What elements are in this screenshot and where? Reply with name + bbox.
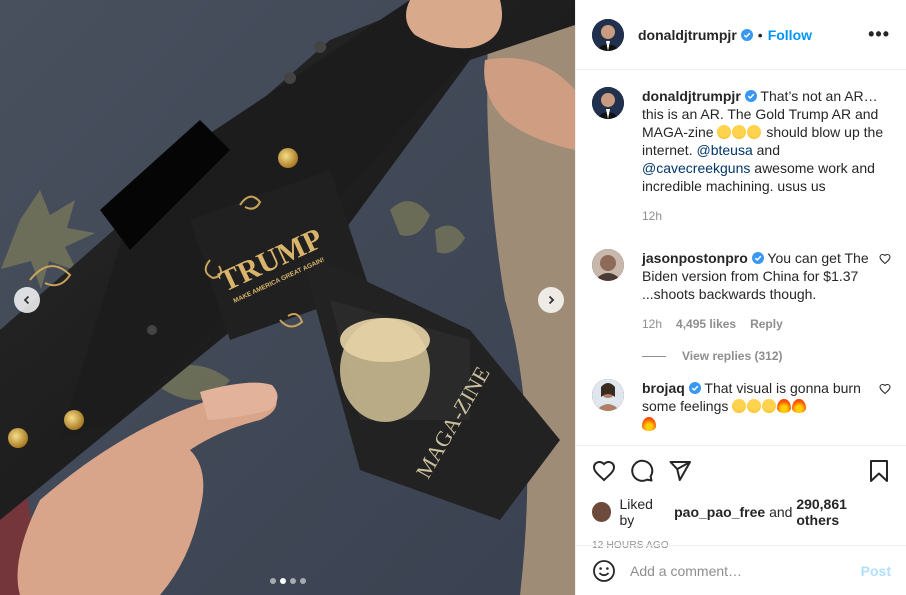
post-header: donaldjtrumpjr • Follow ••• xyxy=(576,0,906,70)
emoji-smiley-icon[interactable] xyxy=(592,559,616,583)
chevron-right-icon xyxy=(548,295,555,305)
more-options-icon[interactable]: ••• xyxy=(868,24,890,45)
comment-body: brojaq That visual is gonna burn some fe… xyxy=(642,379,891,433)
comment-likes[interactable]: 4,495 likes xyxy=(676,315,736,333)
liked-by-avatar[interactable] xyxy=(592,502,612,522)
avatar-image xyxy=(592,379,624,411)
post-comment-button[interactable]: Post xyxy=(861,563,891,579)
mention-link[interactable]: @cavecreekguns xyxy=(642,160,750,176)
author-avatar[interactable] xyxy=(592,18,624,51)
liked-by-user[interactable]: pao_pao_free xyxy=(674,504,765,520)
comment-body: jasonpostonpro You can get The Biden ver… xyxy=(642,249,891,333)
caption-avatar[interactable] xyxy=(592,87,624,119)
previous-slide-button[interactable] xyxy=(14,287,40,313)
comment-item: brojaq That visual is gonna burn some fe… xyxy=(592,379,891,433)
avatar-image xyxy=(592,249,624,281)
save-bookmark-icon[interactable] xyxy=(867,459,891,483)
post-sidebar: donaldjtrumpjr • Follow ••• donaldjtrump… xyxy=(575,0,906,595)
rofl-emoji-icon xyxy=(747,125,762,139)
caption-time[interactable]: 12h xyxy=(642,207,662,225)
avatar-image xyxy=(592,87,624,119)
carousel-dot xyxy=(299,578,306,584)
avatar-image xyxy=(592,18,624,51)
comment-username[interactable]: brojaq xyxy=(642,380,685,396)
joy-emoji-icon xyxy=(732,399,747,413)
fire-emoji-icon xyxy=(642,417,656,431)
share-paper-plane-icon[interactable] xyxy=(668,459,692,483)
caption-text: and xyxy=(752,142,780,158)
rofl-emoji-icon xyxy=(732,125,747,139)
fire-emoji-icon xyxy=(777,399,792,413)
mention-link[interactable]: @bteusa xyxy=(696,142,752,158)
next-slide-button[interactable] xyxy=(538,287,564,313)
caption-username[interactable]: donaldjtrumpjr xyxy=(642,88,741,104)
post-actions: Liked by pao_pao_free and 290,861 others… xyxy=(576,445,906,551)
comment-meta: 12h 4,495 likes Reply xyxy=(642,315,891,333)
commenter-avatar[interactable] xyxy=(592,379,624,411)
add-comment-bar: Post xyxy=(576,545,906,595)
fire-emoji-icon xyxy=(792,399,807,413)
post-caption: donaldjtrumpjr That’s not an AR… this is… xyxy=(592,87,891,225)
caption-meta: 12h xyxy=(642,207,891,225)
rofl-emoji-icon xyxy=(717,125,732,139)
chevron-left-icon xyxy=(23,295,30,305)
reply-button[interactable]: Reply xyxy=(750,315,783,333)
comments-list[interactable]: donaldjtrumpjr That’s not an AR… this is… xyxy=(576,71,906,444)
carousel-dot-active xyxy=(279,578,286,584)
caption-body: donaldjtrumpjr That’s not an AR… this is… xyxy=(642,87,891,225)
carousel-indicator xyxy=(0,578,575,584)
add-comment-input[interactable] xyxy=(630,562,861,579)
liked-by-and: and xyxy=(769,504,793,520)
verified-badge-icon xyxy=(744,90,757,102)
verified-badge-icon xyxy=(751,252,764,264)
follow-button[interactable]: Follow xyxy=(768,27,812,43)
post-photo: TRUMP MAKE AMERICA GREAT AGAIN! MAGA-ZIN… xyxy=(0,0,575,595)
view-replies-button[interactable]: View replies (312) xyxy=(642,349,891,363)
liked-by: Liked by pao_pao_free and 290,861 others xyxy=(592,496,891,528)
joy-emoji-icon xyxy=(747,399,762,413)
comment-bubble-icon[interactable] xyxy=(630,459,654,483)
view-replies-line xyxy=(642,355,666,357)
like-comment-heart-icon[interactable] xyxy=(879,253,891,265)
author-username[interactable]: donaldjtrumpjr xyxy=(638,27,737,43)
liked-by-prefix: Liked by xyxy=(619,496,653,528)
view-replies-label: View replies (312) xyxy=(682,349,783,363)
comment-username[interactable]: jasonpostonpro xyxy=(642,250,748,266)
action-icons xyxy=(592,458,891,484)
carousel-dot xyxy=(289,578,296,584)
like-comment-heart-icon[interactable] xyxy=(879,383,891,395)
joy-emoji-icon xyxy=(762,399,777,413)
comment-item: jasonpostonpro You can get The Biden ver… xyxy=(592,249,891,333)
verified-badge-icon xyxy=(740,28,753,41)
separator-dot: • xyxy=(757,26,763,43)
like-heart-icon[interactable] xyxy=(592,459,616,483)
comment-time[interactable]: 12h xyxy=(642,315,662,333)
post-media[interactable]: TRUMP MAKE AMERICA GREAT AGAIN! MAGA-ZIN… xyxy=(0,0,575,595)
commenter-avatar[interactable] xyxy=(592,249,624,281)
carousel-dot xyxy=(269,578,276,584)
verified-badge-icon xyxy=(688,382,701,394)
likes-count[interactable]: 290,861 others xyxy=(796,496,891,528)
